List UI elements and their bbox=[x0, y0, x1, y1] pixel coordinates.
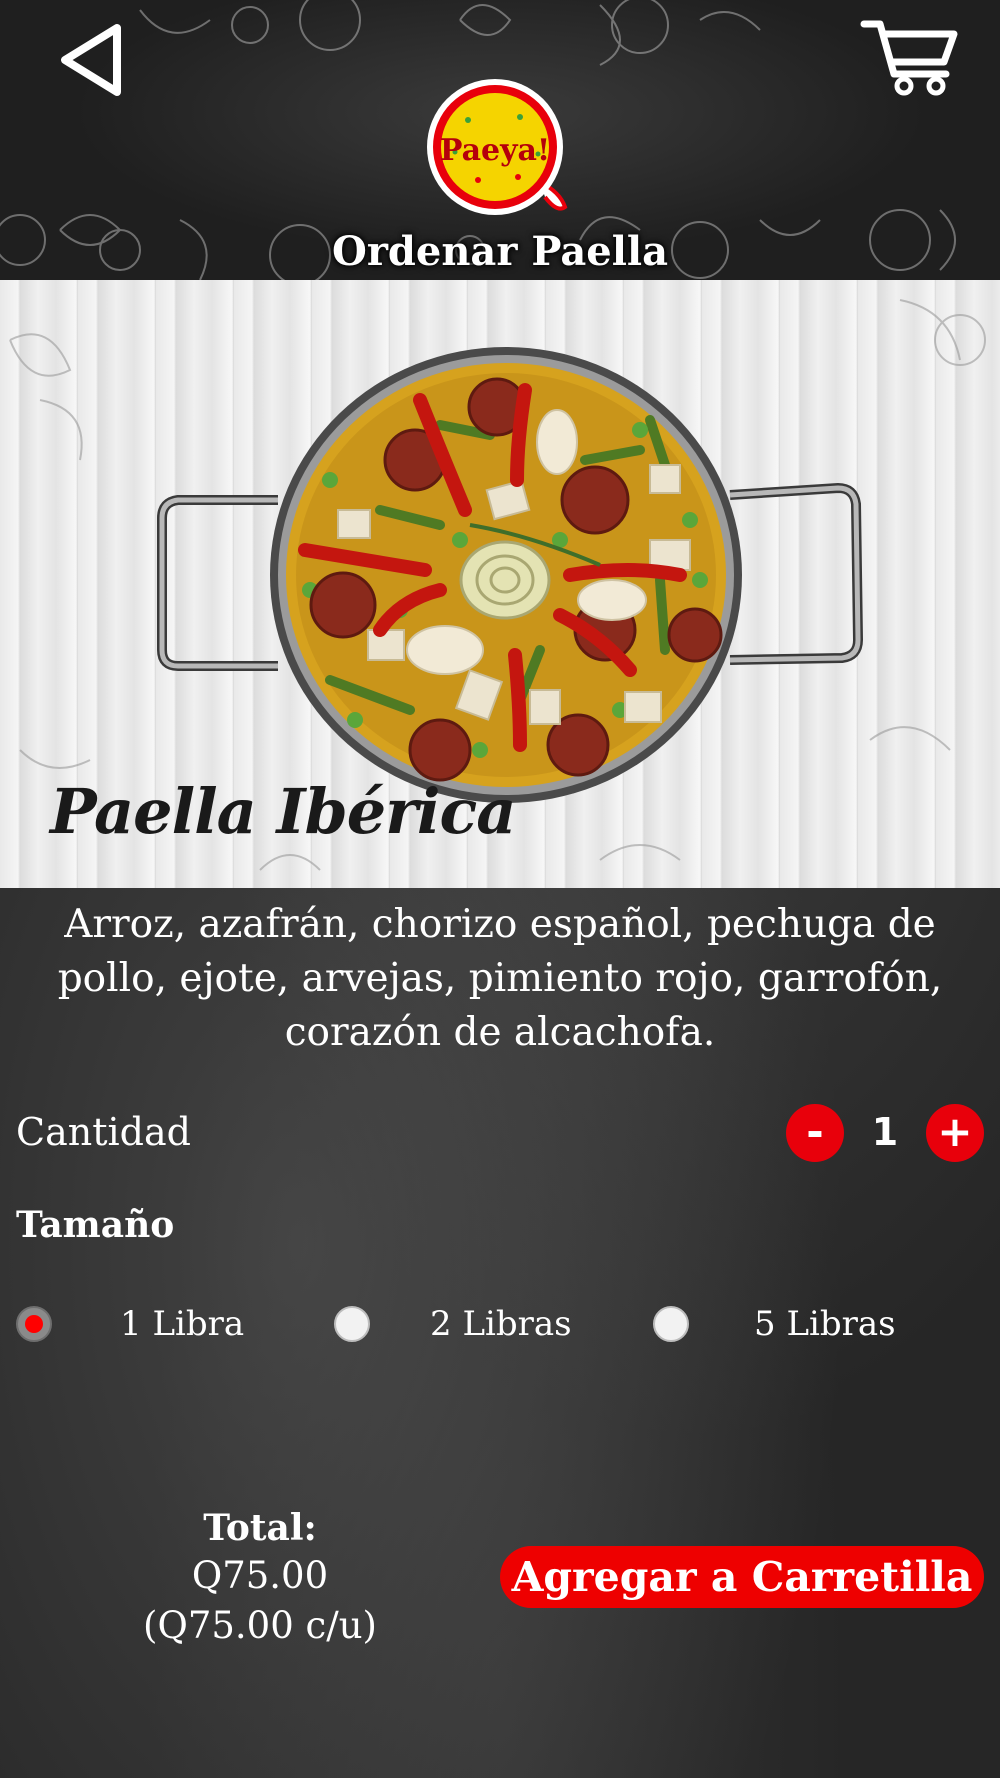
total-label: Total: bbox=[203, 1507, 317, 1549]
product-description: Arroz, azafrán, chorizo español, pechuga… bbox=[57, 902, 943, 1055]
size-option-5-libras[interactable]: 5 Libras bbox=[653, 1304, 913, 1344]
dish-name-title: Paella Ibérica bbox=[50, 775, 516, 848]
quantity-increase-button[interactable]: + bbox=[926, 1104, 984, 1162]
total-summary: Total: Q75.00 (Q75.00 c/u) bbox=[110, 1505, 410, 1651]
page-title: Ordenar Paella bbox=[331, 228, 668, 275]
size-option-label: 1 Libra bbox=[120, 1304, 245, 1344]
unit-price: (Q75.00 c/u) bbox=[143, 1604, 377, 1647]
cart-button[interactable] bbox=[860, 18, 960, 98]
header-bar: Paeya! Ordenar Paella bbox=[0, 0, 1000, 280]
size-option-2-libras[interactable]: 2 Libras bbox=[334, 1304, 594, 1344]
size-heading: Tamaño bbox=[16, 1204, 175, 1246]
size-option-label: 5 Libras bbox=[754, 1304, 896, 1344]
quantity-decrease-button[interactable]: - bbox=[786, 1104, 844, 1162]
quantity-value: 1 bbox=[871, 1110, 899, 1154]
back-triangle-icon bbox=[61, 24, 121, 96]
radio-button[interactable] bbox=[334, 1306, 370, 1342]
radio-button[interactable] bbox=[653, 1306, 689, 1342]
paeya-logo: Paeya! bbox=[420, 72, 570, 222]
quantity-label: Cantidad bbox=[16, 1110, 191, 1154]
logo-text: Paeya! bbox=[440, 133, 550, 168]
shopping-cart-icon bbox=[860, 20, 958, 96]
total-value: Q75.00 bbox=[191, 1554, 329, 1597]
product-image: Paella Ibérica bbox=[0, 280, 1000, 888]
size-option-label: 2 Libras bbox=[430, 1304, 572, 1344]
radio-button-selected[interactable] bbox=[16, 1306, 52, 1342]
size-option-1-libra[interactable]: 1 Libra bbox=[16, 1304, 246, 1344]
add-to-cart-button[interactable]: Agregar a Carretilla bbox=[500, 1546, 984, 1608]
back-button[interactable] bbox=[55, 20, 135, 100]
